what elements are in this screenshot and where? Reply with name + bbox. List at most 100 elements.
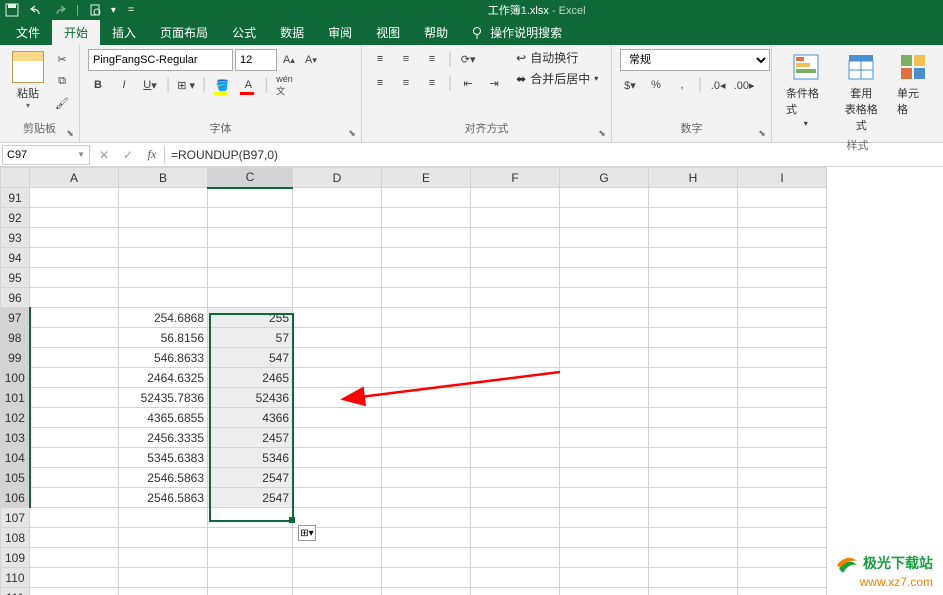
cell-G101[interactable]: [560, 388, 649, 408]
cell-F99[interactable]: [471, 348, 560, 368]
cell-A94[interactable]: [30, 248, 119, 268]
row-header-97[interactable]: 97: [1, 308, 30, 328]
row-header-107[interactable]: 107: [1, 508, 30, 528]
alignment-launcher-icon[interactable]: ⬊: [595, 126, 609, 140]
tab-formulas[interactable]: 公式: [220, 20, 268, 45]
cell-I103[interactable]: [738, 428, 827, 448]
accounting-format-icon[interactable]: $▾: [620, 75, 640, 95]
cell-A106[interactable]: [30, 488, 119, 508]
paste-button[interactable]: 粘贴 ▾: [8, 49, 48, 112]
cell-E101[interactable]: [382, 388, 471, 408]
percent-format-icon[interactable]: %: [646, 75, 666, 95]
cell-H99[interactable]: [649, 348, 738, 368]
cell-C106[interactable]: 2547: [208, 488, 293, 508]
clipboard-launcher-icon[interactable]: ⬊: [63, 126, 77, 140]
cell-G93[interactable]: [560, 228, 649, 248]
cell-A95[interactable]: [30, 268, 119, 288]
cell-H104[interactable]: [649, 448, 738, 468]
cell-F103[interactable]: [471, 428, 560, 448]
cell-D109[interactable]: [293, 548, 382, 568]
cell-I92[interactable]: [738, 208, 827, 228]
print-preview-icon[interactable]: [87, 2, 103, 18]
cell-G105[interactable]: [560, 468, 649, 488]
cell-E103[interactable]: [382, 428, 471, 448]
cell-F109[interactable]: [471, 548, 560, 568]
cell-H105[interactable]: [649, 468, 738, 488]
cell-D100[interactable]: [293, 368, 382, 388]
cell-F111[interactable]: [471, 588, 560, 595]
cell-H91[interactable]: [649, 188, 738, 208]
cell-H100[interactable]: [649, 368, 738, 388]
cell-A98[interactable]: [30, 328, 119, 348]
wrap-text-button[interactable]: ↩自动换行: [516, 49, 598, 66]
cell-H96[interactable]: [649, 288, 738, 308]
cut-icon[interactable]: ✂: [52, 49, 72, 69]
cell-G97[interactable]: [560, 308, 649, 328]
cell-B96[interactable]: [119, 288, 208, 308]
cell-B111[interactable]: [119, 588, 208, 595]
undo-icon[interactable]: [28, 2, 44, 18]
cell-C108[interactable]: [208, 528, 293, 548]
cell-D98[interactable]: [293, 328, 382, 348]
cell-H94[interactable]: [649, 248, 738, 268]
cell-E111[interactable]: [382, 588, 471, 595]
cell-F110[interactable]: [471, 568, 560, 588]
cell-B99[interactable]: 546.8633: [119, 348, 208, 368]
cell-E104[interactable]: [382, 448, 471, 468]
align-bottom-icon[interactable]: ≡: [422, 49, 442, 69]
cell-E91[interactable]: [382, 188, 471, 208]
cell-F107[interactable]: [471, 508, 560, 528]
cell-H102[interactable]: [649, 408, 738, 428]
cell-A111[interactable]: [30, 588, 119, 595]
cell-G95[interactable]: [560, 268, 649, 288]
cell-F96[interactable]: [471, 288, 560, 308]
col-header-G[interactable]: G: [560, 168, 649, 188]
cell-E109[interactable]: [382, 548, 471, 568]
cell-H110[interactable]: [649, 568, 738, 588]
cell-I105[interactable]: [738, 468, 827, 488]
cell-F91[interactable]: [471, 188, 560, 208]
row-header-91[interactable]: 91: [1, 188, 30, 208]
tell-me-search[interactable]: 操作说明搜索: [460, 20, 572, 45]
copy-icon[interactable]: ⧉: [52, 71, 72, 91]
cell-G111[interactable]: [560, 588, 649, 595]
underline-button[interactable]: U ▾: [140, 75, 160, 95]
cell-F108[interactable]: [471, 528, 560, 548]
cell-B92[interactable]: [119, 208, 208, 228]
cell-D101[interactable]: [293, 388, 382, 408]
cell-D96[interactable]: [293, 288, 382, 308]
cell-A101[interactable]: [30, 388, 119, 408]
align-top-icon[interactable]: ≡: [370, 49, 390, 69]
align-middle-icon[interactable]: ≡: [396, 49, 416, 69]
cancel-formula-icon[interactable]: ✕: [92, 145, 116, 165]
decrease-font-icon[interactable]: A▾: [301, 50, 321, 70]
cell-G94[interactable]: [560, 248, 649, 268]
cell-C99[interactable]: 547: [208, 348, 293, 368]
tab-data[interactable]: 数据: [268, 20, 316, 45]
cell-D111[interactable]: [293, 588, 382, 595]
save-icon[interactable]: [4, 2, 20, 18]
cell-A100[interactable]: [30, 368, 119, 388]
merge-center-button[interactable]: ⬌合并后居中▾: [516, 70, 598, 87]
insert-function-icon[interactable]: fx: [140, 145, 164, 165]
tab-review[interactable]: 审阅: [316, 20, 364, 45]
cell-B106[interactable]: 2546.5863: [119, 488, 208, 508]
cell-I102[interactable]: [738, 408, 827, 428]
cell-H93[interactable]: [649, 228, 738, 248]
cell-D99[interactable]: [293, 348, 382, 368]
cell-I107[interactable]: [738, 508, 827, 528]
cell-G99[interactable]: [560, 348, 649, 368]
cell-E96[interactable]: [382, 288, 471, 308]
align-left-icon[interactable]: ≡: [370, 73, 390, 93]
cell-I106[interactable]: [738, 488, 827, 508]
cell-H106[interactable]: [649, 488, 738, 508]
cell-B110[interactable]: [119, 568, 208, 588]
cell-I93[interactable]: [738, 228, 827, 248]
cell-E98[interactable]: [382, 328, 471, 348]
cell-G91[interactable]: [560, 188, 649, 208]
cell-I96[interactable]: [738, 288, 827, 308]
cell-G98[interactable]: [560, 328, 649, 348]
cell-I97[interactable]: [738, 308, 827, 328]
cell-B108[interactable]: [119, 528, 208, 548]
cell-D104[interactable]: [293, 448, 382, 468]
